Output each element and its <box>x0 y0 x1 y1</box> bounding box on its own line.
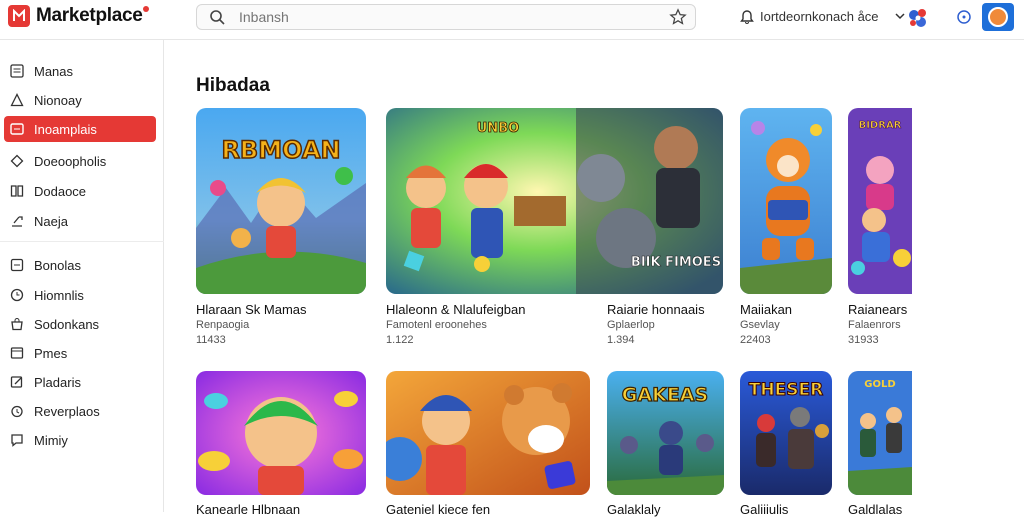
sidebar-item-3[interactable]: Doeoopholis <box>4 148 156 174</box>
search-icon <box>210 10 225 25</box>
game-subtitle: Gsevlay <box>740 319 780 331</box>
sidebar-item-9[interactable]: Pmes <box>4 340 156 366</box>
help-button[interactable] <box>952 4 976 30</box>
avatar[interactable] <box>982 3 1014 31</box>
sidebar-item-label: Mimiy <box>34 432 68 448</box>
sidebar-item-5[interactable]: Naeja <box>4 208 156 234</box>
game-count: 1.122 <box>386 334 414 346</box>
sidebar-item-2[interactable]: Inoamplais <box>4 116 156 142</box>
share-icon <box>10 214 24 228</box>
sidebar-item-10[interactable]: Pladaris <box>4 369 156 395</box>
sidebar-item-label: Inoamplais <box>34 121 97 137</box>
sidebar-item-0[interactable]: Manas <box>4 58 156 84</box>
app-title: Marketplace <box>36 5 143 26</box>
sidebar-item-label: Reverplaos <box>34 403 100 419</box>
sidebar-item-8[interactable]: Sodonkans <box>4 311 156 337</box>
sidebar-divider <box>0 241 164 242</box>
game-art-title: THESER <box>749 380 823 400</box>
game-art-title: RBMOAN <box>221 136 340 164</box>
sidebar-item-7[interactable]: Hiomnlis <box>4 282 156 308</box>
game-art-title: BIDRAR <box>859 120 902 131</box>
logo-icon <box>8 5 30 27</box>
game-title[interactable]: Galaklaly <box>607 502 660 517</box>
chevron-down-icon[interactable] <box>895 12 905 20</box>
sidebar-item-label: Bonolas <box>34 257 81 273</box>
game-thumbnail[interactable] <box>196 371 366 495</box>
game-title[interactable]: Galiiiulis <box>740 502 788 517</box>
game-thumbnail[interactable] <box>740 108 832 294</box>
sidebar-item-label: Pladaris <box>34 374 81 390</box>
sidebar-item-12[interactable]: Mimiy <box>4 427 156 453</box>
sidebar-item-label: Nionoay <box>34 92 82 108</box>
sidebar-item-label: Doeoopholis <box>34 153 107 169</box>
help-icon <box>957 10 971 24</box>
apps-icon[interactable] <box>906 6 930 30</box>
star-icon[interactable] <box>669 8 687 26</box>
sidebar-item-label: Pmes <box>34 345 68 361</box>
game-count: 22403 <box>740 334 771 346</box>
avatar-image <box>988 7 1008 27</box>
sidebar-item-label: Manas <box>34 63 74 79</box>
bell-icon[interactable] <box>740 8 754 24</box>
game-title[interactable]: Hlaleonn & Nlalufeigban <box>386 302 525 317</box>
chat-icon <box>10 433 24 447</box>
game-subtitle: Gplaerlop <box>607 319 655 331</box>
sidebar: Manas Nionoay Inoamplais Doeoopholis Dod… <box>0 40 164 512</box>
sidebar-item-6[interactable]: Bonolas <box>4 252 156 278</box>
top-header: Marketplace Iortdeornkonach åce <box>0 0 1024 40</box>
sidebar-item-label: Sodonkans <box>34 316 100 332</box>
game-title[interactable]: Kanearle Hlbnaan <box>196 502 300 517</box>
box-icon <box>10 258 24 272</box>
game-thumbnail[interactable]: UNBO BIIK FIMOES <box>386 108 723 294</box>
account-name: Iortdeornkonach åce <box>760 8 879 24</box>
game-title[interactable]: Raiarie honnaais <box>607 302 705 317</box>
svg-text:UNBO: UNBO <box>477 121 519 136</box>
edit-icon <box>10 375 24 389</box>
logo-badge-icon <box>142 6 149 12</box>
clock-icon <box>10 288 24 302</box>
tag-icon <box>10 154 24 168</box>
account-menu[interactable]: Iortdeornkonach åce <box>740 8 905 24</box>
sidebar-item-label: Hiomnlis <box>34 287 84 303</box>
game-thumbnail[interactable]: THESER <box>740 371 832 495</box>
game-count: 1.394 <box>607 334 635 346</box>
game-title[interactable]: Maiiakan <box>740 302 792 317</box>
game-title[interactable]: Gateniel kiece fen <box>386 502 490 517</box>
game-art-title: BIIK FIMOES <box>631 255 721 270</box>
game-thumbnail[interactable]: BIDRAR <box>848 108 912 294</box>
sidebar-item-label: Naeja <box>34 213 68 229</box>
history-icon <box>10 404 24 418</box>
game-title[interactable]: Hlaraan Sk Mamas <box>196 302 307 317</box>
book-icon <box>10 184 24 198</box>
game-subtitle: Falaenrors <box>848 319 901 331</box>
game-thumbnail[interactable]: RBMOAN <box>196 108 366 294</box>
sidebar-item-label: Dodaoce <box>34 183 87 199</box>
app-logo[interactable]: Marketplace <box>8 5 155 27</box>
game-thumbnail[interactable]: GAKEAS <box>607 371 724 495</box>
sidebar-item-11[interactable]: Reverplaos <box>4 398 156 424</box>
search-bar[interactable] <box>196 4 696 30</box>
game-title[interactable]: Galdlalas <box>848 502 902 517</box>
game-count: 11433 <box>196 334 226 346</box>
folder-icon <box>10 346 24 360</box>
game-subtitle: Famotenl eroonehes <box>386 319 487 331</box>
section-title: Hibadaa <box>196 75 270 96</box>
bag-icon <box>10 317 24 331</box>
game-count: 31933 <box>848 334 879 346</box>
game-thumbnail[interactable] <box>386 371 590 495</box>
search-input[interactable] <box>239 9 639 25</box>
game-subtitle: Renpaogia <box>196 319 250 331</box>
game-art-title: GAKEAS <box>622 384 708 406</box>
sidebar-item-4[interactable]: Dodaoce <box>4 178 156 204</box>
list-icon <box>10 64 24 78</box>
sidebar-item-1[interactable]: Nionoay <box>4 87 156 113</box>
grid-icon <box>10 122 24 136</box>
game-title[interactable]: Raianears <box>848 302 907 317</box>
svg-text:GOLD: GOLD <box>864 379 895 390</box>
home-icon <box>10 93 24 107</box>
game-thumbnail[interactable]: GOLD <box>848 371 912 495</box>
